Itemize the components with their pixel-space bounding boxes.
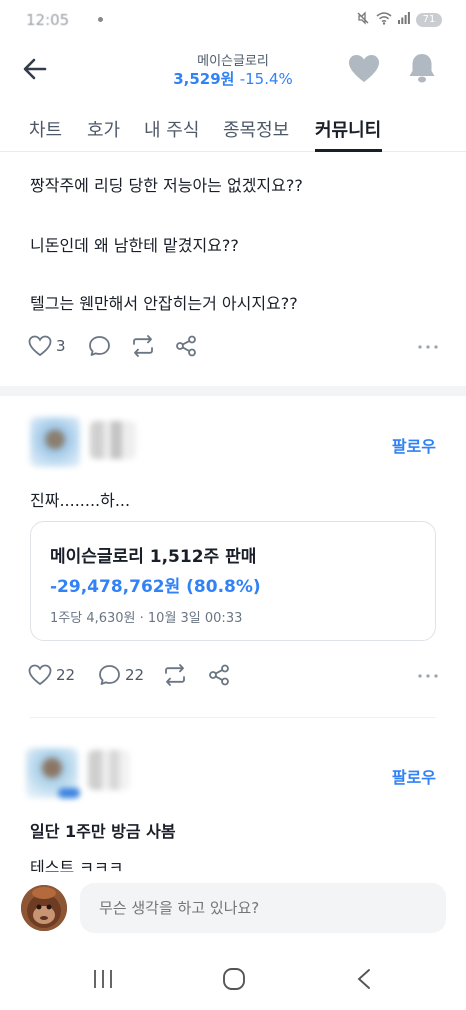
comment-icon (89, 336, 110, 356)
active-tab-indicator (315, 149, 382, 152)
system-icons: 71 (356, 11, 442, 29)
repost-button[interactable] (131, 335, 155, 357)
trade-meta: 1주당 4,630원 · 10월 3일 00:33 (50, 611, 243, 626)
author-badge (58, 788, 80, 798)
recent-apps-button[interactable] (92, 968, 114, 994)
mute-icon (356, 11, 370, 29)
post-divider (0, 386, 466, 396)
price-value: 3,529원 (173, 70, 235, 88)
post-2-actions: 22 22 (28, 664, 438, 690)
share-button[interactable] (175, 335, 197, 357)
composer-bar (0, 872, 466, 944)
notification-dot (98, 17, 103, 22)
favorite-button[interactable] (348, 54, 380, 84)
post-1-line-3: 텔그는 웬만해서 안잡히는거 아시지요?? (30, 294, 298, 313)
price-change: -15.4% (239, 70, 293, 88)
like-count: 3 (56, 337, 66, 355)
follow-button[interactable]: 팔로우 (392, 433, 436, 457)
heart-outline-icon (28, 664, 52, 686)
post-2-text: 진짜........하... (30, 491, 131, 510)
home-button[interactable] (222, 967, 246, 995)
tab-stock-info[interactable]: 종목정보 (223, 116, 289, 142)
more-options-icon[interactable] (418, 345, 438, 349)
comment-button[interactable]: 22 (98, 664, 144, 686)
chevron-left-icon (357, 969, 370, 989)
author-name-blurred[interactable] (90, 421, 136, 459)
recent-apps-icon (94, 970, 112, 988)
wifi-icon (376, 11, 392, 29)
share-icon (176, 335, 196, 357)
author-avatar[interactable] (30, 417, 80, 467)
battery-icon: 71 (416, 13, 442, 27)
trade-title: 메이슨글로리 1,512주 판매 (50, 547, 257, 567)
post-3-title: 일단 1주만 방금 사봄 (30, 822, 176, 841)
repost-icon (133, 335, 153, 357)
stock-name: 메이슨글로리 (197, 54, 269, 69)
author-name-blurred[interactable] (88, 750, 130, 790)
tab-community[interactable]: 커뮤니티 (315, 116, 381, 142)
tab-my-stock[interactable]: 내 주식 (144, 116, 199, 142)
orangutan-avatar-icon (21, 885, 67, 931)
stock-price: 3,529원 -15.4% (0, 68, 466, 89)
comment-icon (99, 665, 120, 685)
bell-icon (409, 54, 435, 83)
like-count: 22 (56, 666, 76, 684)
tab-chart[interactable]: 차트 (29, 116, 62, 142)
notification-button[interactable] (407, 52, 437, 84)
heart-outline-icon (28, 335, 52, 357)
like-button[interactable]: 3 (28, 335, 66, 357)
share-icon (209, 664, 229, 686)
post-1-actions: 3 (28, 335, 438, 361)
header: 메이슨글로리 3,529원 -15.4% (0, 40, 466, 102)
follow-button[interactable]: 팔로우 (392, 764, 436, 788)
compose-input[interactable] (80, 883, 446, 933)
like-button[interactable]: 22 (28, 664, 75, 686)
tab-orderbook[interactable]: 호가 (87, 116, 120, 142)
signal-icon (398, 12, 410, 28)
status-time: 12:05 (26, 11, 70, 29)
heart-icon (349, 55, 379, 82)
post-1-line-2: 니돈인데 왜 남한테 맡겼지요?? (30, 236, 239, 255)
comment-count: 22 (125, 666, 145, 684)
trade-profit: -29,478,762원 (80.8%) (50, 577, 261, 597)
back-nav-button[interactable] (356, 968, 372, 994)
status-bar: 12:05 71 (0, 0, 466, 40)
repost-icon (165, 664, 185, 686)
trade-card[interactable]: 메이슨글로리 1,512주 판매 -29,478,762원 (80.8%) 1주… (30, 521, 436, 641)
my-avatar[interactable] (21, 885, 67, 931)
comment-button[interactable] (88, 335, 111, 357)
tab-bar: 차트 호가 내 주식 종목정보 커뮤니티 (0, 102, 466, 152)
post-divider (30, 717, 436, 718)
share-button[interactable] (208, 664, 230, 686)
system-nav-bar (0, 944, 466, 1010)
post-1-line-1: 짱작주에 리딩 당한 저능아는 없겠지요?? (30, 176, 303, 195)
home-icon (223, 968, 245, 990)
more-options-icon[interactable] (418, 674, 438, 678)
repost-button[interactable] (163, 664, 187, 686)
